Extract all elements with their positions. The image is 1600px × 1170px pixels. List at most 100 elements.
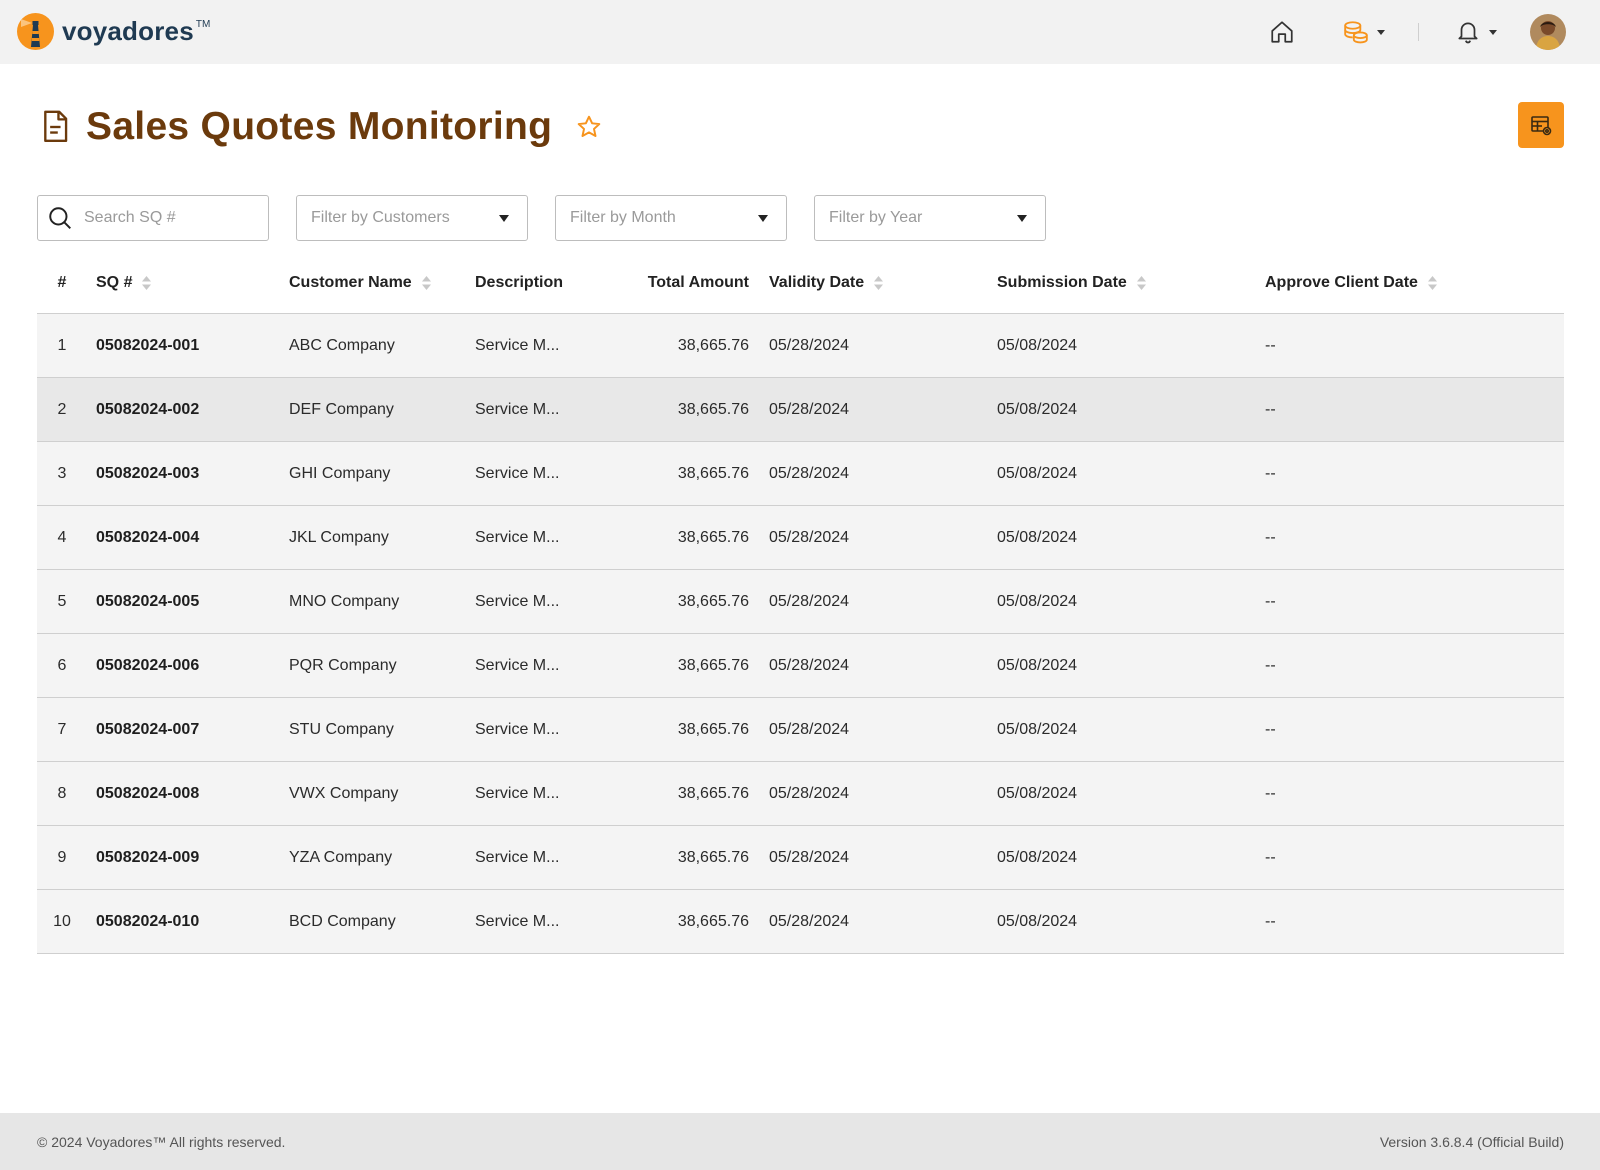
- column-header-submission-date[interactable]: Submission Date: [997, 252, 1146, 314]
- cell-validity-date: 05/28/2024: [769, 529, 850, 546]
- user-avatar[interactable]: [1530, 14, 1566, 50]
- column-header-approve-client-date[interactable]: Approve Client Date: [1265, 252, 1437, 314]
- cell-row-number: 1: [57, 337, 67, 354]
- cell-description: Service M...: [475, 657, 560, 674]
- cell-submission-date: 05/08/2024: [997, 593, 1078, 610]
- cell-customer-name: GHI Company: [289, 465, 391, 482]
- cell-description: Service M...: [475, 337, 560, 354]
- dropdown-caret-icon: [499, 214, 509, 222]
- cell-sq-number: 05082024-005: [96, 593, 200, 610]
- column-header-customer-name[interactable]: Customer Name: [289, 252, 431, 314]
- table-row[interactable]: 6 05082024-006 PQR Company Service M... 38,6…: [37, 634, 1564, 698]
- cell-validity-date: 05/28/2024: [769, 785, 850, 802]
- avatar-image: [1530, 14, 1566, 50]
- sort-icon[interactable]: [1136, 276, 1146, 290]
- table-row[interactable]: 8 05082024-008 VWX Company Service M... 38,6…: [37, 762, 1564, 826]
- column-header-validity-date[interactable]: Validity Date: [769, 252, 884, 314]
- coins-icon: [1344, 21, 1368, 44]
- cell-total-amount: 38,665.76: [677, 913, 749, 930]
- cell-row-number: 8: [57, 785, 67, 802]
- cell-customer-name: JKL Company: [289, 529, 389, 546]
- cell-row-number: 3: [57, 465, 67, 482]
- cell-submission-date: 05/08/2024: [997, 401, 1078, 418]
- table-row[interactable]: 7 05082024-007 STU Company Service M... 38,6…: [37, 698, 1564, 762]
- cell-validity-date: 05/28/2024: [769, 337, 850, 354]
- favorite-star-icon[interactable]: [576, 114, 602, 140]
- cell-sq-number: 05082024-004: [96, 529, 200, 546]
- table-settings-icon: [1531, 116, 1552, 136]
- filter-customers-select[interactable]: Filter by Customers: [296, 195, 528, 241]
- cell-submission-date: 05/08/2024: [997, 913, 1078, 930]
- cell-submission-date: 05/08/2024: [997, 785, 1078, 802]
- cell-validity-date: 05/28/2024: [769, 593, 850, 610]
- filter-customers-placeholder: Filter by Customers: [311, 209, 450, 226]
- cell-description: Service M...: [475, 401, 560, 418]
- table-row[interactable]: 9 05082024-009 YZA Company Service M... 38,6…: [37, 826, 1564, 890]
- cell-customer-name: VWX Company: [289, 785, 399, 802]
- sort-icon[interactable]: [142, 276, 152, 290]
- cell-total-amount: 38,665.76: [677, 337, 749, 354]
- cell-description: Service M...: [475, 529, 560, 546]
- cell-approve-client-date: --: [1265, 913, 1276, 930]
- brand-name: voyadores: [62, 16, 194, 46]
- table-row[interactable]: 2 05082024-002 DEF Company Service M... 38,6…: [37, 378, 1564, 442]
- chevron-down-icon: [1377, 29, 1385, 35]
- cell-customer-name: BCD Company: [289, 913, 396, 930]
- table-row[interactable]: 10 05082024-010 BCD Company Service M... 38,…: [37, 890, 1564, 954]
- cell-sq-number: 05082024-003: [96, 465, 200, 482]
- brand-logo[interactable]: voyadores TM: [17, 13, 210, 50]
- column-header-sq[interactable]: SQ #: [96, 252, 152, 314]
- cell-approve-client-date: --: [1265, 593, 1276, 610]
- cell-submission-date: 05/08/2024: [997, 465, 1078, 482]
- top-navbar: voyadores TM: [0, 0, 1600, 64]
- cell-sq-number: 05082024-008: [96, 785, 200, 802]
- cell-validity-date: 05/28/2024: [769, 657, 850, 674]
- filter-year-select[interactable]: Filter by Year: [814, 195, 1046, 241]
- dropdown-caret-icon: [758, 214, 768, 222]
- cell-total-amount: 38,665.76: [677, 465, 749, 482]
- page-header: Sales Quotes Monitoring: [38, 102, 602, 152]
- table-row[interactable]: 1 05082024-001 ABC Company Service M... 38,6…: [37, 314, 1564, 378]
- cell-sq-number: 05082024-007: [96, 721, 200, 738]
- home-button[interactable]: [1264, 14, 1300, 50]
- search-box[interactable]: [37, 195, 269, 241]
- cell-row-number: 10: [53, 913, 71, 930]
- sort-icon[interactable]: [874, 276, 884, 290]
- search-sq-input[interactable]: [84, 209, 254, 227]
- sort-icon[interactable]: [1427, 276, 1437, 290]
- footer: © 2024 Voyadores™ All rights reserved. V…: [0, 1113, 1600, 1170]
- sort-icon[interactable]: [421, 276, 431, 290]
- cell-approve-client-date: --: [1265, 529, 1276, 546]
- footer-version: Version 3.6.8.4 (Official Build): [1379, 1133, 1564, 1150]
- cell-sq-number: 05082024-002: [96, 401, 200, 418]
- cell-approve-client-date: --: [1265, 465, 1276, 482]
- chevron-down-icon: [1489, 29, 1497, 35]
- cell-row-number: 9: [57, 849, 67, 866]
- table-settings-button[interactable]: [1518, 102, 1564, 148]
- table-row[interactable]: 5 05082024-005 MNO Company Service M... 38,6…: [37, 570, 1564, 634]
- cell-customer-name: DEF Company: [289, 401, 394, 418]
- page-title: Sales Quotes Monitoring: [86, 105, 553, 148]
- cell-sq-number: 05082024-001: [96, 337, 200, 354]
- cell-approve-client-date: --: [1265, 849, 1276, 866]
- cell-approve-client-date: --: [1265, 657, 1276, 674]
- brand-trademark: TM: [195, 19, 211, 30]
- table-row[interactable]: 4 05082024-004 JKL Company Service M... 38,6…: [37, 506, 1564, 570]
- cell-total-amount: 38,665.76: [677, 785, 749, 802]
- filter-month-select[interactable]: Filter by Month: [555, 195, 787, 241]
- cell-row-number: 2: [57, 401, 67, 418]
- column-header-description: Description: [475, 274, 564, 291]
- cell-submission-date: 05/08/2024: [997, 657, 1078, 674]
- coins-menu-button[interactable]: [1338, 14, 1390, 50]
- cell-customer-name: YZA Company: [289, 849, 393, 866]
- cell-validity-date: 05/28/2024: [769, 401, 850, 418]
- cell-total-amount: 38,665.76: [677, 401, 749, 418]
- table-header: # SQ # Customer Name Description Total A…: [37, 252, 1564, 314]
- cell-sq-number: 05082024-009: [96, 849, 200, 866]
- cell-approve-client-date: --: [1265, 785, 1276, 802]
- table-row[interactable]: 3 05082024-003 GHI Company Service M... 38,6…: [37, 442, 1564, 506]
- notifications-button[interactable]: [1450, 14, 1502, 50]
- cell-total-amount: 38,665.76: [677, 657, 749, 674]
- search-icon: [49, 207, 71, 229]
- document-icon: [44, 110, 68, 143]
